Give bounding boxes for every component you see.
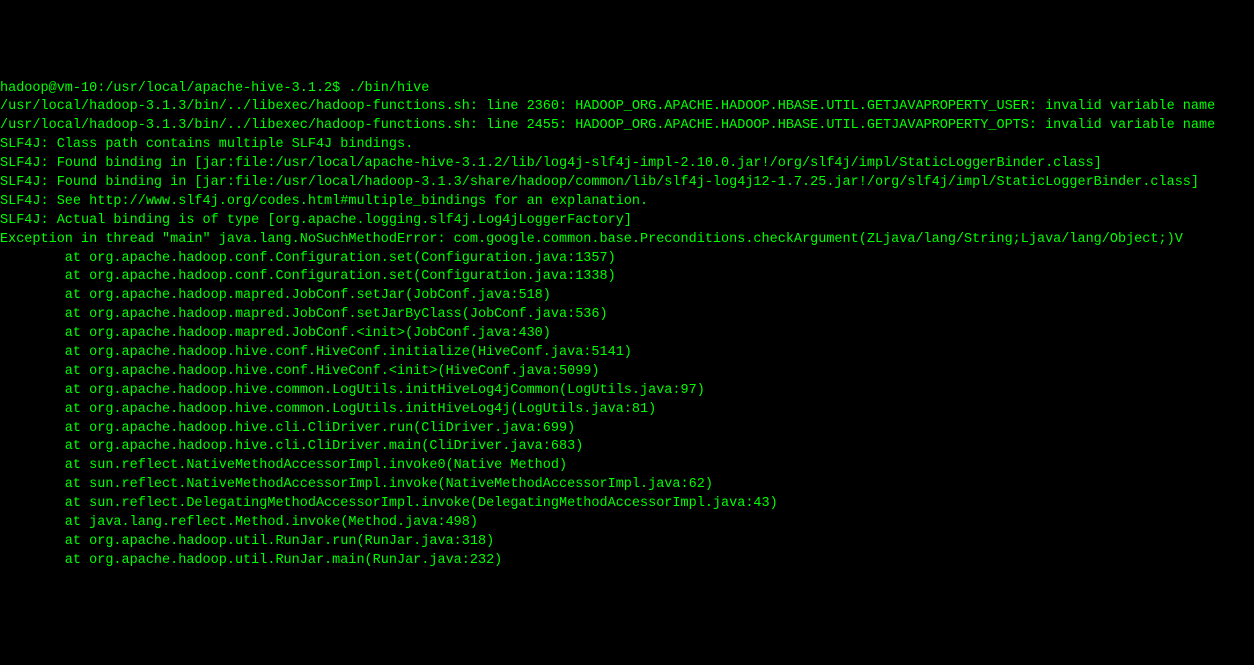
terminal-line: at org.apache.hadoop.mapred.JobConf.<ini… bbox=[0, 325, 1254, 344]
terminal-line: at sun.reflect.DelegatingMethodAccessorI… bbox=[0, 495, 1254, 514]
terminal-line: SLF4J: Class path contains multiple SLF4… bbox=[0, 136, 1254, 155]
terminal-line: at org.apache.hadoop.conf.Configuration.… bbox=[0, 250, 1254, 269]
terminal-line: SLF4J: Found binding in [jar:file:/usr/l… bbox=[0, 174, 1254, 193]
terminal-line: at org.apache.hadoop.hive.cli.CliDriver.… bbox=[0, 438, 1254, 457]
terminal-line: hadoop@vm-10:/usr/local/apache-hive-3.1.… bbox=[0, 80, 1254, 99]
terminal-line: SLF4J: See http://www.slf4j.org/codes.ht… bbox=[0, 193, 1254, 212]
terminal-line: at org.apache.hadoop.hive.conf.HiveConf.… bbox=[0, 363, 1254, 382]
terminal-line: at org.apache.hadoop.mapred.JobConf.setJ… bbox=[0, 306, 1254, 325]
terminal-line: at org.apache.hadoop.util.RunJar.run(Run… bbox=[0, 533, 1254, 552]
terminal-line: Exception in thread "main" java.lang.NoS… bbox=[0, 231, 1254, 250]
terminal-line: at org.apache.hadoop.util.RunJar.main(Ru… bbox=[0, 552, 1254, 571]
terminal-output: hadoop@vm-10:/usr/local/apache-hive-3.1.… bbox=[0, 80, 1254, 571]
terminal-line: at org.apache.hadoop.hive.common.LogUtil… bbox=[0, 382, 1254, 401]
terminal-line: at sun.reflect.NativeMethodAccessorImpl.… bbox=[0, 457, 1254, 476]
terminal-line: /usr/local/hadoop-3.1.3/bin/../libexec/h… bbox=[0, 98, 1254, 117]
terminal-line: SLF4J: Actual binding is of type [org.ap… bbox=[0, 212, 1254, 231]
terminal-line: at org.apache.hadoop.mapred.JobConf.setJ… bbox=[0, 287, 1254, 306]
terminal-line: at org.apache.hadoop.hive.common.LogUtil… bbox=[0, 401, 1254, 420]
terminal-line: at java.lang.reflect.Method.invoke(Metho… bbox=[0, 514, 1254, 533]
terminal-line: at org.apache.hadoop.hive.cli.CliDriver.… bbox=[0, 420, 1254, 439]
terminal-line: /usr/local/hadoop-3.1.3/bin/../libexec/h… bbox=[0, 117, 1254, 136]
terminal-line: at org.apache.hadoop.conf.Configuration.… bbox=[0, 268, 1254, 287]
terminal-line: SLF4J: Found binding in [jar:file:/usr/l… bbox=[0, 155, 1254, 174]
terminal-line: at sun.reflect.NativeMethodAccessorImpl.… bbox=[0, 476, 1254, 495]
terminal-line: at org.apache.hadoop.hive.conf.HiveConf.… bbox=[0, 344, 1254, 363]
